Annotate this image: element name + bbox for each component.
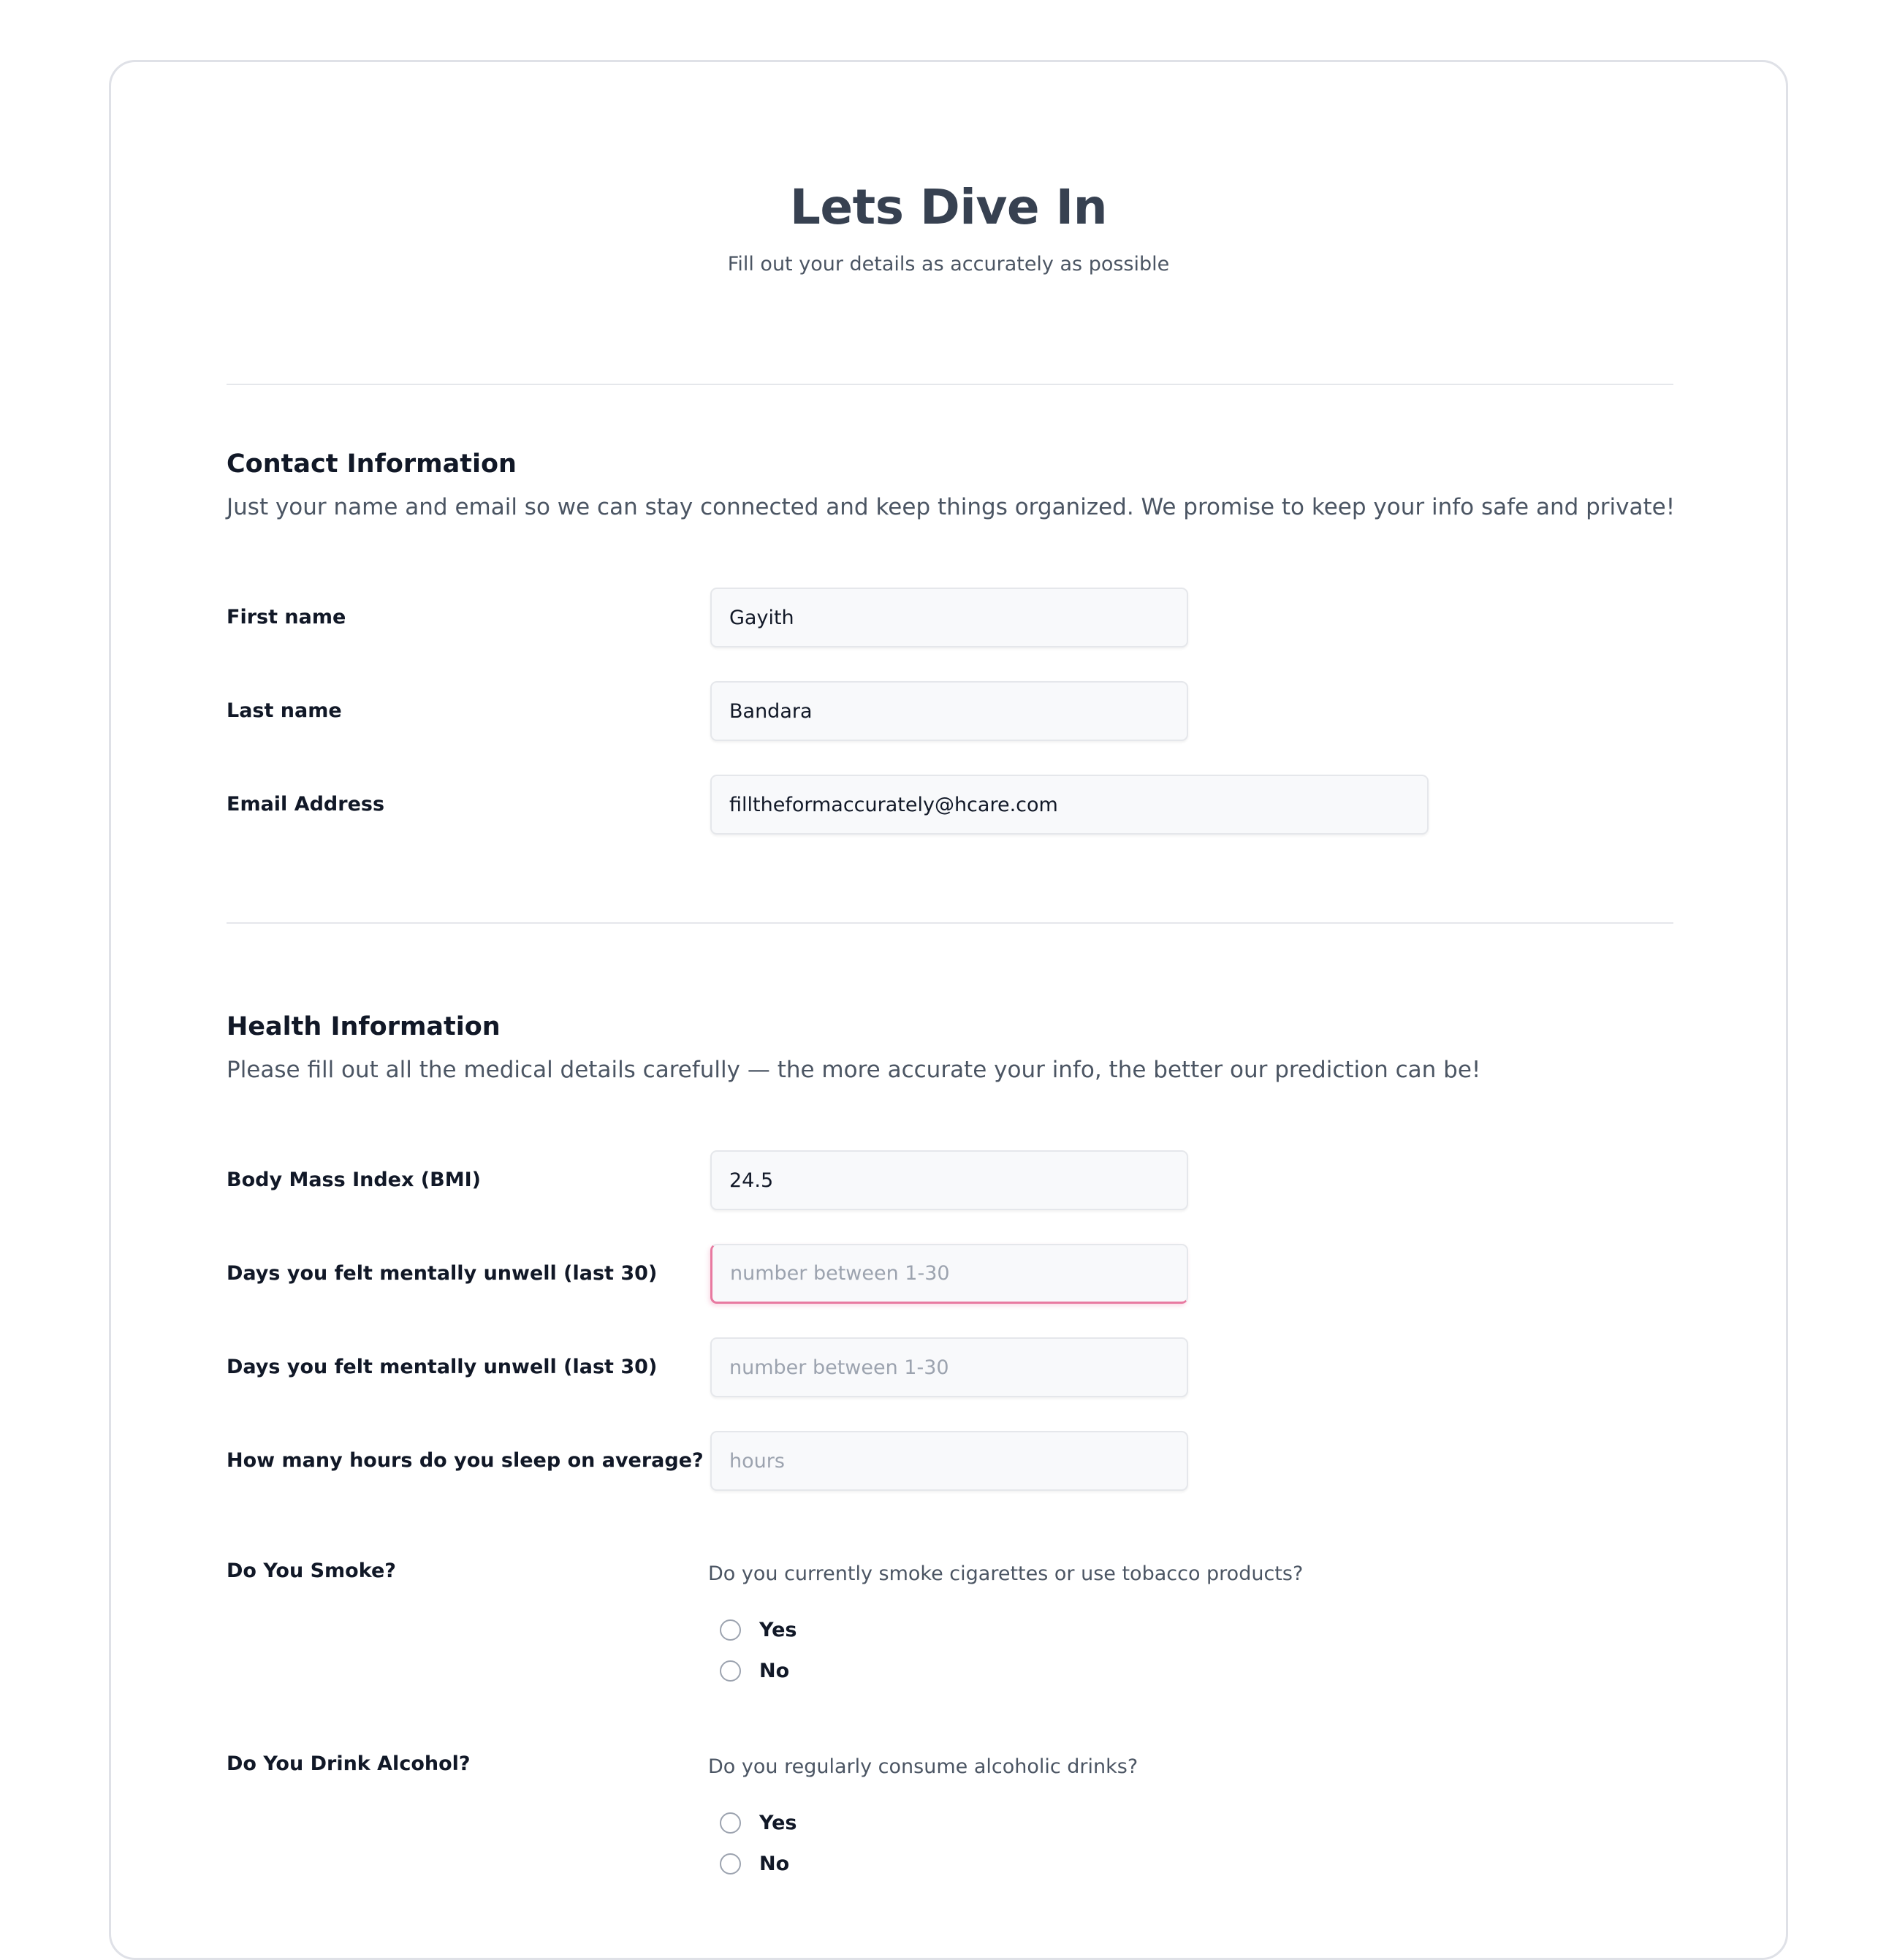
form-card xyxy=(109,60,1788,1960)
divider-top xyxy=(227,384,1673,385)
first-name-field[interactable] xyxy=(710,588,1188,647)
smoke-no-label: No xyxy=(759,1660,790,1682)
alcohol-no-radio[interactable] xyxy=(720,1853,741,1874)
alcohol-yes-radio[interactable] xyxy=(720,1812,741,1834)
bmi-label: Body Mass Index (BMI) xyxy=(227,1169,481,1191)
smoke-no-radio[interactable] xyxy=(720,1660,741,1682)
alcohol-label: Do You Drink Alcohol? xyxy=(227,1752,471,1775)
alcohol-question: Do you regularly consume alcoholic drink… xyxy=(708,1755,1138,1778)
contact-section-title: Contact Information xyxy=(227,449,517,479)
last-name-field[interactable] xyxy=(710,681,1188,741)
smoke-yes-radio[interactable] xyxy=(720,1619,741,1641)
email-label: Email Address xyxy=(227,793,385,816)
mental-days-2-label: Days you felt mentally unwell (last 30) xyxy=(227,1356,658,1378)
smoke-question: Do you currently smoke cigarettes or use… xyxy=(708,1562,1304,1585)
smoke-label: Do You Smoke? xyxy=(227,1560,396,1582)
smoke-yes-label: Yes xyxy=(759,1619,797,1641)
health-section-description: Please fill out all the medical details … xyxy=(227,1057,1481,1083)
alcohol-option-no[interactable]: No xyxy=(720,1853,789,1875)
divider-middle xyxy=(227,922,1673,924)
mental-days-2-field[interactable] xyxy=(710,1337,1188,1397)
smoke-option-no[interactable]: No xyxy=(720,1660,789,1682)
sleep-field[interactable] xyxy=(710,1431,1188,1491)
bmi-field[interactable] xyxy=(710,1150,1188,1210)
contact-section-description: Just your name and email so we can stay … xyxy=(227,494,1676,520)
health-section-title: Health Information xyxy=(227,1012,501,1041)
alcohol-yes-label: Yes xyxy=(759,1812,797,1834)
mental-days-field[interactable] xyxy=(710,1244,1188,1304)
page-subtitle: Fill out your details as accurately as p… xyxy=(727,253,1170,276)
sleep-label: How many hours do you sleep on average? xyxy=(227,1449,704,1472)
mental-days-label: Days you felt mentally unwell (last 30) xyxy=(227,1262,658,1285)
email-field[interactable] xyxy=(710,775,1429,835)
last-name-label: Last name xyxy=(227,699,342,722)
alcohol-option-yes[interactable]: Yes xyxy=(720,1812,797,1834)
first-name-label: First name xyxy=(227,606,346,628)
page-title: Lets Dive In xyxy=(789,179,1108,235)
smoke-option-yes[interactable]: Yes xyxy=(720,1619,797,1641)
alcohol-no-label: No xyxy=(759,1853,790,1875)
